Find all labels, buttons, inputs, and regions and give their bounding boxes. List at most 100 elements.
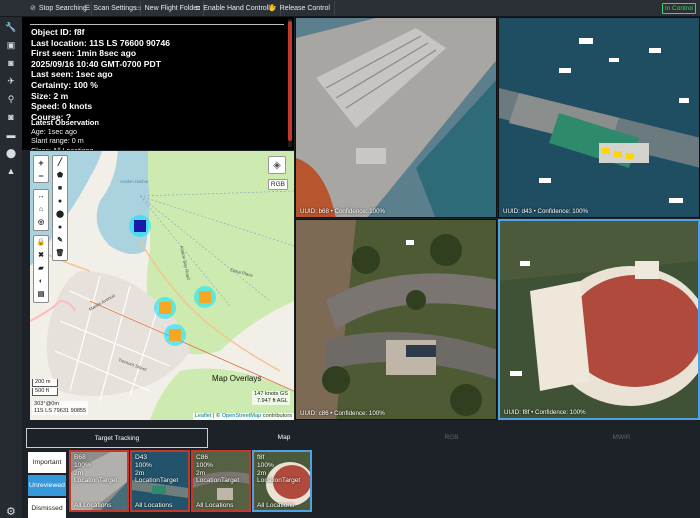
target-card-d43[interactable]: D43 100% 2m LocationTarget All Locations (130, 450, 190, 512)
home-icon[interactable]: ⌂ (34, 204, 48, 216)
camera-icon[interactable]: ◙ (4, 57, 18, 69)
detection-tile-c86[interactable]: UUID: c86 • Confidence: 100% (295, 219, 497, 420)
aerial-image (499, 18, 699, 217)
control-status-badge: In Control (661, 3, 696, 14)
certainty: Certainty: 100 % (31, 79, 98, 90)
map-scale: 200 m 500 ft (32, 379, 58, 397)
filter-dismissed-button[interactable]: Dismissed (28, 498, 66, 518)
map-tool-control: ↔ ⌂ ◎ (33, 189, 49, 231)
speed: Speed: 0 knots (31, 101, 93, 112)
app-window: ⊘ Stop Searching ☰ Scan Settings ▭ New Flig… (0, 0, 700, 518)
target-strip: Important Unreviewed Dismissed B68 100% … (22, 448, 700, 518)
draw-rectangle-icon[interactable]: ■ (53, 183, 67, 195)
release-control-button[interactable]: ✋ Release Control (264, 1, 335, 16)
draw-line-icon[interactable]: ╱ (53, 157, 67, 169)
filter-unreviewed-button[interactable]: Unreviewed (28, 475, 66, 496)
target-card-f8f[interactable]: f8f 100% 2m LocationTarget All Locations (252, 450, 312, 512)
osm-link[interactable]: OpenStreetMap (222, 413, 262, 419)
detection-marker[interactable] (154, 297, 176, 319)
gamepad-icon: ◘ (196, 5, 201, 12)
wrench-icon[interactable]: 🔧 (4, 21, 18, 33)
aerial-image (500, 221, 698, 418)
detection-tile-d43[interactable]: UUID: d43 • Confidence: 100% (498, 17, 700, 218)
truck-icon[interactable]: ▬ (4, 129, 18, 141)
zoom-in-button[interactable]: + (34, 157, 48, 169)
detection-marker[interactable] (129, 215, 151, 237)
heading-readout: 303°@0m (34, 401, 60, 407)
leaflet-link[interactable]: Leaflet (195, 413, 212, 419)
zoom-control: + − (33, 155, 49, 183)
rgb-layer-button[interactable]: RGB (267, 179, 288, 190)
folder-icon: ▭ (135, 5, 142, 12)
target-card-info: C86 100% 2m LocationTarget (196, 454, 240, 485)
delete-layers-icon[interactable]: 🗑 (53, 248, 67, 260)
detection-marker[interactable] (194, 286, 216, 308)
last-seen: Last seen: 1sec ago (31, 69, 113, 80)
tab-target-tracking[interactable]: Target Tracking (26, 428, 208, 448)
observation-age: Age: 1sec ago (31, 127, 77, 136)
close-icon[interactable]: ✖ (34, 250, 48, 262)
scale-feet: 500 ft (32, 388, 58, 396)
tab-mwir[interactable]: MWIR (543, 428, 700, 448)
view-tabs: Target Tracking Map RGB MWIR (22, 428, 700, 448)
detection-marker[interactable] (164, 324, 186, 346)
latest-observation-title: Latest Observation (31, 118, 99, 127)
locate-icon[interactable]: ◎ (34, 217, 48, 229)
draw-circle-marker-icon[interactable]: ● (53, 222, 67, 234)
sliders-icon: ☰ (84, 5, 91, 12)
tab-map[interactable]: Map (208, 428, 360, 448)
draw-polygon-icon[interactable]: ⬟ (53, 170, 67, 182)
last-location: Last location: 11S LS 76600 90746 (31, 37, 171, 48)
top-toolbar: ⊘ Stop Searching ☰ Scan Settings ▭ New Flig… (0, 0, 700, 17)
target-card-info: B68 100% 2m LocationTarget (74, 454, 118, 485)
map-toolbar-left: 🔒 ✖ ▰ ◐ ▤ (33, 235, 49, 303)
tile-caption: UUID: c86 • Confidence: 100% (300, 410, 385, 417)
scrollbar-thumb[interactable] (288, 21, 292, 141)
plane-icon[interactable]: ✈ (4, 75, 18, 87)
target-card-b68[interactable]: B68 100% 2m LocationTarget All Locations (69, 450, 129, 512)
info-scrollbar[interactable] (288, 19, 292, 147)
draw-marker-icon[interactable]: ⬤ (53, 209, 67, 221)
aerial-image (296, 220, 496, 419)
graduation-cap-icon[interactable]: ▲ (4, 165, 18, 177)
map-coordinates: 303°@0m 11S LS 79631 90855 (32, 401, 89, 415)
detection-tile-f8f[interactable]: UUID: f8f • Confidence: 100% (498, 219, 700, 420)
zoom-out-button[interactable]: − (34, 170, 48, 182)
fit-bounds-icon[interactable]: ↔ (34, 191, 48, 203)
ground-speed: 147 knots GS (254, 391, 288, 397)
mgrs-readout: 11S LS 79631 90855 (34, 408, 87, 414)
filter-important-button[interactable]: Important (28, 452, 66, 473)
draw-circle-icon[interactable]: ● (53, 196, 67, 208)
lock-icon[interactable]: 🔒 (34, 237, 48, 249)
street-label: Avalon Harbor (120, 179, 149, 184)
target-card-c86[interactable]: C86 100% 2m LocationTarget All Locations (191, 450, 251, 512)
image-icon[interactable]: ▣ (4, 39, 18, 51)
no-entry-icon: ⊘ (30, 5, 36, 12)
eraser-icon[interactable]: ▰ (34, 263, 48, 275)
object-id: Object ID: f8f (31, 27, 85, 37)
target-card-info: D43 100% 2m LocationTarget (135, 454, 179, 485)
detection-tile-b68[interactable]: UUID: b68 • Confidence: 100% (295, 17, 497, 218)
layers-icon[interactable]: ◈ (268, 156, 286, 174)
gear-icon[interactable]: ⚙ (6, 505, 16, 518)
document-icon[interactable]: ▤ (34, 289, 48, 301)
object-info-panel: Object ID: f8f Last location: 11S LS 766… (22, 17, 294, 150)
edit-layers-icon[interactable]: ✎ (53, 235, 67, 247)
person-icon[interactable]: ⚲ (4, 93, 18, 105)
tab-rgb[interactable]: RGB (360, 428, 543, 448)
contrast-icon[interactable]: ◐ (34, 276, 48, 288)
scale-meters: 200 m (32, 379, 58, 387)
latest-observation: Age: 1sec ago Slant range: 0 m Class: Al… (31, 127, 93, 150)
map-overlays-button[interactable]: Map Overlays (212, 374, 261, 383)
observation-class: Class: All Locations (31, 146, 93, 150)
hand-icon: ✋ (268, 5, 277, 12)
map-pin-icon[interactable]: ⬤ (4, 147, 18, 159)
first-seen: First seen: 1min 8sec ago (31, 48, 137, 59)
first-seen-time: 2025/09/16 10:40 GMT-0700 PDT (31, 58, 161, 69)
tile-caption: UUID: b68 • Confidence: 100% (300, 208, 386, 215)
object-details: Object ID: f8f Last location: 11S LS 766… (31, 27, 170, 122)
aerial-image (296, 18, 496, 217)
map-attribution: Leaflet | © OpenStreetMap contributors (192, 413, 294, 420)
info-divider (30, 24, 284, 25)
camera-alt-icon[interactable]: ◙ (4, 111, 18, 123)
